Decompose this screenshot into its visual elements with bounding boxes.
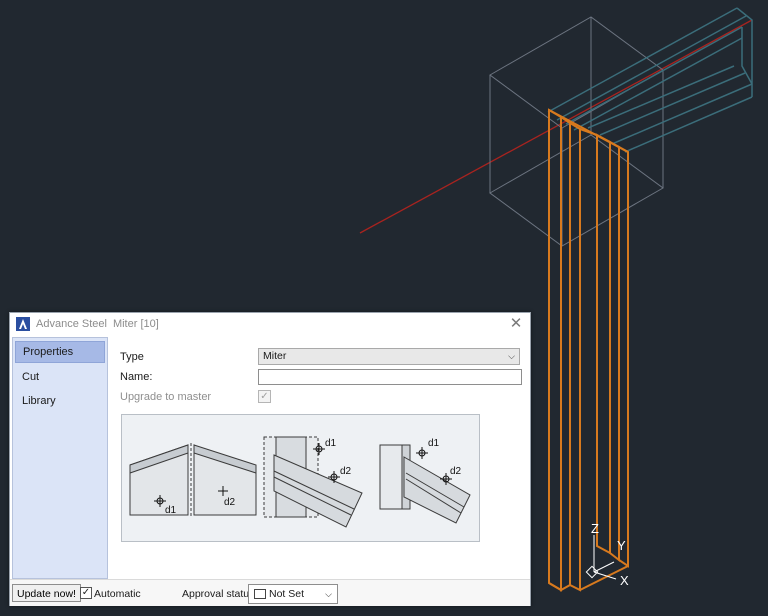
dialog-title-object: Miter [10] — [112, 318, 159, 330]
type-select[interactable]: Miter ⌵ — [258, 348, 520, 365]
dialog-footer: Update now! ✓ Automatic Approval status … — [10, 579, 530, 606]
ucs-axis-icon — [585, 535, 617, 580]
type-label: Type — [120, 351, 144, 363]
red-axis-line — [359, 19, 753, 234]
chevron-down-icon: ⌵ — [325, 589, 332, 599]
upgrade-to-master-checkbox[interactable]: ✓ — [258, 390, 271, 403]
dialog-sidebar: Properties Cut Library — [12, 337, 108, 579]
approval-status-value: Not Set — [269, 588, 305, 600]
name-label: Name: — [120, 371, 153, 383]
automatic-checkbox[interactable]: ✓ — [80, 587, 92, 599]
ucs-y-label: Y — [617, 538, 626, 553]
bounding-box — [489, 16, 664, 247]
miter-preview-image: d1 d2 d1 d2 d1 d2 — [121, 414, 480, 542]
column-wireframe — [548, 108, 629, 592]
beam-wireframe — [547, 7, 753, 153]
upgrade-to-master-label: Upgrade to master — [120, 391, 212, 403]
preview-d2-label: d2 — [340, 466, 352, 477]
approval-status-label: Approval status — [182, 588, 255, 600]
close-icon[interactable]: ✕ — [508, 316, 524, 332]
approval-color-swatch — [254, 589, 266, 599]
ucs-z-label: Z — [591, 521, 599, 536]
miter-diagram: d1 d2 d1 d2 d1 d2 — [129, 436, 471, 528]
name-input[interactable] — [258, 369, 522, 385]
update-now-button[interactable]: Update now! — [12, 584, 81, 602]
preview-d1-label: d1 — [428, 438, 440, 449]
miter-properties-dialog: Advance Steel Miter [10] ✕ Properties Cu… — [9, 312, 531, 606]
sidebar-item-properties[interactable]: Properties — [15, 341, 105, 363]
automatic-label: Automatic — [94, 588, 141, 600]
approval-status-select[interactable]: Not Set ⌵ — [248, 584, 338, 604]
preview-d1-label: d1 — [165, 505, 177, 516]
preview-d2-label: d2 — [224, 497, 236, 508]
dialog-title-app: Advance Steel — [36, 318, 107, 330]
chevron-down-icon: ⌵ — [508, 351, 515, 361]
ucs-x-label: X — [620, 573, 629, 588]
preview-d2-label: d2 — [450, 466, 462, 477]
advance-steel-logo-icon — [16, 317, 30, 331]
dialog-titlebar[interactable]: Advance Steel Miter [10] ✕ — [10, 313, 530, 335]
preview-d1-label: d1 — [325, 438, 337, 449]
sidebar-item-cut[interactable]: Cut — [15, 367, 105, 387]
sidebar-item-library[interactable]: Library — [15, 391, 105, 411]
type-select-value: Miter — [263, 350, 287, 362]
